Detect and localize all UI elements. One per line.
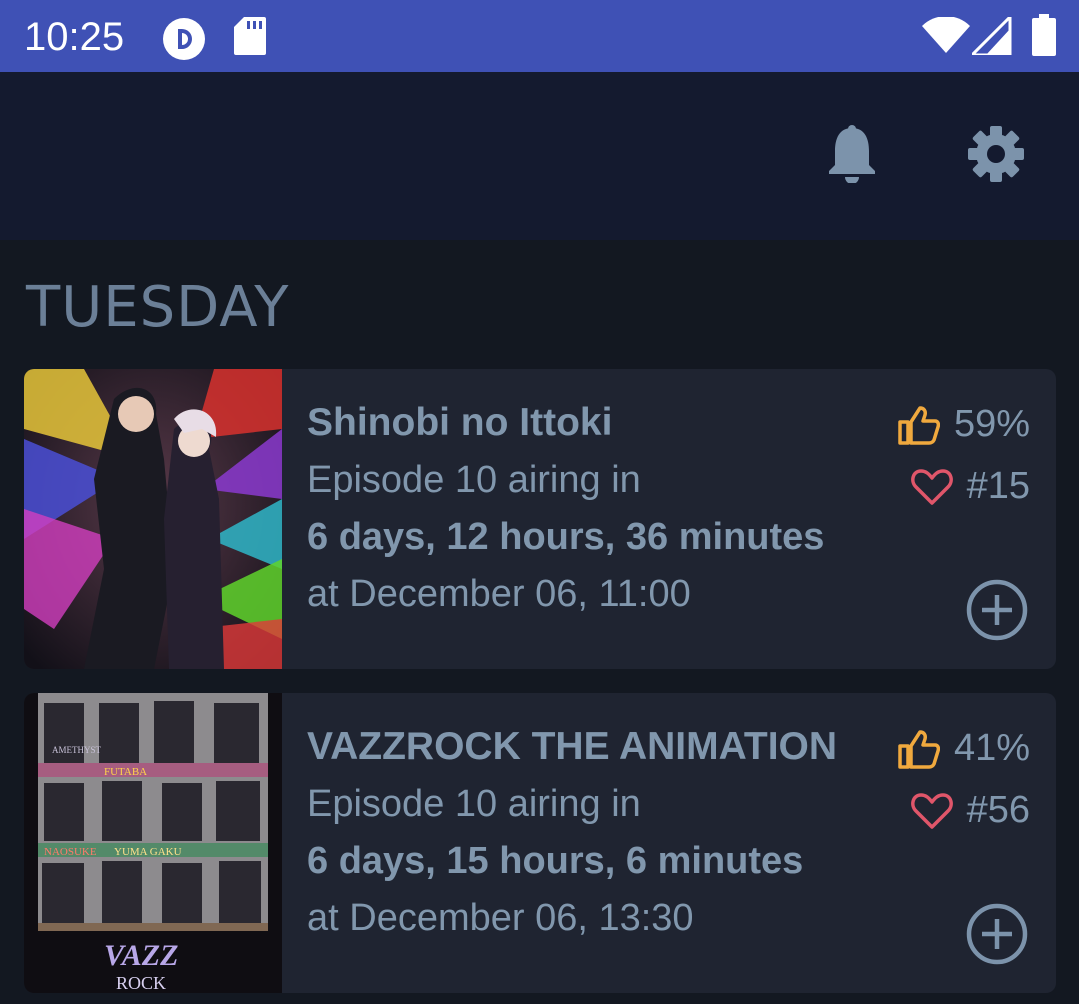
episode-label: Episode 10 airing in [307,783,641,825]
battery-icon [1032,14,1056,61]
anime-cover-image[interactable]: AMETHYST FUTABA NAOSUKE YUMA GAKU VAZZ R… [24,693,282,993]
svg-text:VAZZ: VAZZ [104,939,178,972]
add-to-list-button[interactable] [966,903,1028,965]
thumbs-up-icon [898,729,940,769]
status-bar: 10:25 [0,0,1079,72]
anime-title[interactable]: Shinobi no Ittoki [307,401,612,445]
anime-card[interactable]: Shinobi no Ittoki Episode 10 airing in 6… [24,369,1056,669]
schedule-list[interactable]: TUESDAY Shinobi no Ittoki Episode 10 air… [0,240,1079,1004]
airing-countdown: 6 days, 12 hours, 36 minutes [307,516,825,558]
rank-stat: #56 [910,789,1030,832]
score-stat: 41% [898,727,1030,770]
anime-title[interactable]: VAZZROCK THE ANIMATION [307,725,837,769]
rank-value: #56 [966,789,1030,831]
anime-cover-image[interactable] [24,369,282,669]
anime-card[interactable]: AMETHYST FUTABA NAOSUKE YUMA GAKU VAZZ R… [24,693,1056,993]
rank-stat: #15 [910,465,1030,508]
svg-text:YUMA GAKU: YUMA GAKU [114,846,182,858]
add-to-list-button[interactable] [966,579,1028,641]
score-stat: 59% [898,403,1030,446]
heart-icon [910,468,953,505]
svg-text:FUTABA: FUTABA [104,766,147,778]
score-value: 59% [953,403,1030,445]
plus-circle-icon [966,903,1028,965]
svg-text:ROCK: ROCK [116,973,166,993]
wifi-icon [922,16,970,58]
app-bar [0,72,1079,240]
svg-text:NAOSUKE: NAOSUKE [44,846,97,858]
heart-icon [910,792,953,829]
status-time: 10:25 [24,15,125,59]
pocket-casts-icon [162,17,206,66]
airing-date: at December 06, 11:00 [307,573,691,615]
episode-label: Episode 10 airing in [307,459,641,501]
svg-text:AMETHYST: AMETHYST [52,745,102,755]
score-value: 41% [953,727,1030,769]
sd-card-icon [234,17,266,60]
thumbs-up-icon [898,405,940,445]
airing-date: at December 06, 13:30 [307,897,694,939]
gear-icon[interactable] [964,122,1028,186]
bell-icon[interactable] [820,122,884,186]
day-heading: TUESDAY [26,275,290,340]
rank-value: #15 [966,465,1030,507]
signal-icon [968,13,1012,60]
plus-circle-icon [966,579,1028,641]
airing-countdown: 6 days, 15 hours, 6 minutes [307,840,804,882]
